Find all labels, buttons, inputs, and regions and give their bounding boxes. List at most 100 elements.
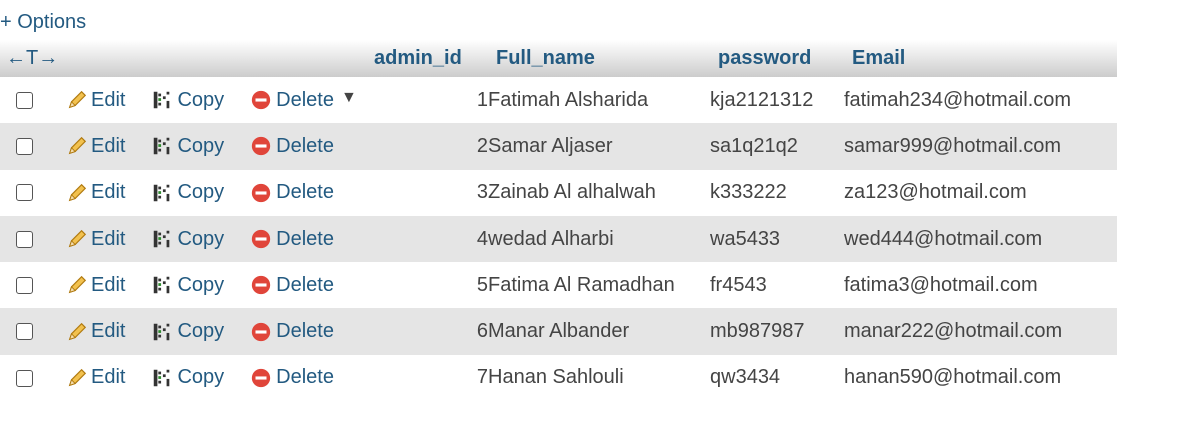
row-checkbox[interactable] xyxy=(15,184,33,202)
delete-label[interactable]: Delete xyxy=(276,135,334,158)
cell-email: za123@hotmail.com xyxy=(844,181,1027,204)
copy-label[interactable]: Copy xyxy=(177,135,224,158)
delete-label[interactable]: Delete xyxy=(276,366,334,389)
copy-label[interactable]: Copy xyxy=(177,89,224,112)
delete-icon xyxy=(252,229,271,249)
cell-password: k333222 xyxy=(710,181,787,204)
edit-label[interactable]: Edit xyxy=(91,320,125,343)
table-row: Edit Copy xyxy=(0,123,1117,170)
column-header-password-label[interactable]: password xyxy=(718,47,811,69)
pencil-icon xyxy=(68,322,87,340)
row-actions: Edit Copy Delete xyxy=(48,170,366,216)
row-select-cell[interactable] xyxy=(0,308,48,354)
copy-button[interactable]: Copy xyxy=(151,135,224,158)
cell-full-name: Samar Aljaser xyxy=(488,134,613,157)
copy-label[interactable]: Copy xyxy=(177,366,224,389)
row-select-cell[interactable] xyxy=(0,216,48,262)
copy-button[interactable]: Copy xyxy=(151,89,224,112)
row-checkbox[interactable] xyxy=(15,369,33,387)
cell-full-name: Fatimah Alsharida xyxy=(488,88,649,111)
results-table: ←T→ ▼ admin_id Full_name password Email xyxy=(0,40,1117,402)
delete-icon xyxy=(252,90,271,110)
copy-button[interactable]: Copy xyxy=(151,181,224,204)
copy-label[interactable]: Copy xyxy=(177,181,224,204)
copy-label[interactable]: Copy xyxy=(177,228,224,251)
column-header-full-name[interactable]: Full_name xyxy=(488,40,710,77)
edit-label[interactable]: Edit xyxy=(91,135,125,158)
copy-button[interactable]: Copy xyxy=(151,274,224,297)
delete-button[interactable]: Delete xyxy=(250,89,334,112)
edit-button[interactable]: Edit xyxy=(66,366,125,389)
cell-admin-id: 2 xyxy=(476,134,488,157)
column-header-email-label[interactable]: Email xyxy=(852,47,905,69)
delete-label[interactable]: Delete xyxy=(276,228,334,251)
edit-label[interactable]: Edit xyxy=(91,89,125,112)
delete-button[interactable]: Delete xyxy=(250,181,334,204)
pencil-icon xyxy=(68,91,87,109)
copy-label[interactable]: Copy xyxy=(177,320,224,343)
column-nav-arrows[interactable]: ←T→ xyxy=(0,40,366,77)
cell-password: kja2121312 xyxy=(710,88,814,111)
edit-button[interactable]: Edit xyxy=(66,274,125,297)
cell-admin-id: 1 xyxy=(476,88,488,111)
delete-icon xyxy=(252,137,271,156)
cell-password: sa1q21q2 xyxy=(710,134,798,157)
column-header-full-name-label[interactable]: Full_name xyxy=(496,47,595,69)
cell-admin-id: 6 xyxy=(476,320,488,343)
delete-icon xyxy=(252,276,271,295)
delete-button[interactable]: Delete xyxy=(250,320,334,343)
options-toggle[interactable]: + Options xyxy=(0,9,86,35)
row-actions: Edit Copy Delete xyxy=(48,216,366,262)
edit-button[interactable]: Edit xyxy=(66,228,125,251)
table-row: Edit Copy xyxy=(0,169,1117,216)
copy-button[interactable]: Copy xyxy=(151,228,224,251)
edit-button[interactable]: Edit xyxy=(66,181,125,204)
copy-label[interactable]: Copy xyxy=(177,274,224,297)
copy-row-icon xyxy=(154,230,170,248)
row-checkbox[interactable] xyxy=(15,138,33,156)
edit-label[interactable]: Edit xyxy=(91,181,125,204)
edit-label[interactable]: Edit xyxy=(91,366,125,389)
edit-button[interactable]: Edit xyxy=(66,320,125,343)
delete-label[interactable]: Delete xyxy=(276,320,334,343)
delete-button[interactable]: Delete xyxy=(250,274,334,297)
cell-email: samar999@hotmail.com xyxy=(844,134,1062,157)
delete-label[interactable]: Delete xyxy=(276,89,334,112)
copy-button[interactable]: Copy xyxy=(151,366,224,389)
column-header-admin-id[interactable]: ▼ admin_id xyxy=(341,40,488,106)
row-select-cell[interactable] xyxy=(0,170,48,216)
column-header-admin-id-label[interactable]: admin_id xyxy=(374,47,462,69)
delete-label[interactable]: Delete xyxy=(276,274,334,297)
delete-button[interactable]: Delete xyxy=(250,366,334,389)
cell-password: wa5433 xyxy=(710,227,781,250)
copy-row-icon xyxy=(154,277,170,294)
row-actions: Edit Copy Delete xyxy=(48,308,366,354)
row-checkbox[interactable] xyxy=(15,277,33,295)
pencil-icon xyxy=(68,229,87,248)
row-select-cell[interactable] xyxy=(0,262,48,308)
row-select-cell[interactable] xyxy=(0,123,48,169)
edit-button[interactable]: Edit xyxy=(66,135,125,158)
delete-button[interactable]: Delete xyxy=(250,135,334,158)
edit-label[interactable]: Edit xyxy=(91,228,125,251)
table-row: Edit Copy xyxy=(0,308,1117,355)
edit-label[interactable]: Edit xyxy=(91,274,125,297)
column-header-password[interactable]: password xyxy=(710,40,844,77)
row-checkbox[interactable] xyxy=(15,91,33,109)
edit-button[interactable]: Edit xyxy=(66,89,125,112)
cell-email: manar222@hotmail.com xyxy=(844,320,1063,343)
row-select-cell[interactable] xyxy=(0,355,48,401)
copy-button[interactable]: Copy xyxy=(151,320,224,343)
row-checkbox[interactable] xyxy=(15,323,33,341)
pencil-icon xyxy=(68,276,87,294)
cell-email: fatimah234@hotmail.com xyxy=(844,88,1072,111)
row-checkbox[interactable] xyxy=(15,230,33,248)
column-nav-label[interactable]: ←T→ xyxy=(6,47,58,69)
column-header-email[interactable]: Email xyxy=(844,40,1117,77)
row-select-cell[interactable] xyxy=(0,77,48,123)
row-actions: Edit Copy Delete xyxy=(48,77,366,123)
delete-label[interactable]: Delete xyxy=(276,181,334,204)
table-row: Edit Copy xyxy=(0,262,1117,309)
cell-password: qw3434 xyxy=(710,366,781,389)
delete-button[interactable]: Delete xyxy=(250,228,334,251)
